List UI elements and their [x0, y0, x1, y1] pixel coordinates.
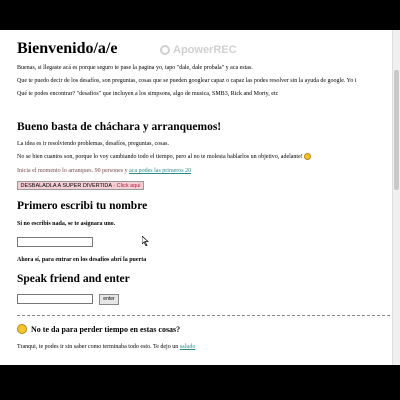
section-speak-heading: Speak friend and enter	[17, 273, 130, 285]
top-black-bar	[0, 0, 400, 30]
super-divertida-button[interactable]: DESBALADLA A SUPER DIVERTIDA - Click aqu…	[17, 181, 144, 190]
saludo-link[interactable]: saludo	[180, 344, 196, 350]
page-title: Bienvenido/a/e	[17, 40, 118, 57]
watermark-logo-icon	[160, 45, 170, 55]
start-line-3: Inicia el momento lo arranques. 90 perso…	[17, 167, 191, 175]
watermark: ApowerREC	[160, 44, 237, 56]
screen: ApowerREC Bienvenido/a/e Buenas, si lleg…	[0, 0, 400, 400]
smiley-large-icon	[17, 324, 27, 334]
name-input[interactable]	[17, 237, 93, 247]
section-time-heading: No te da para perder tiempo en estas cos…	[31, 325, 181, 334]
vertical-scrollbar[interactable]	[392, 30, 400, 365]
section-name-heading: Primero escribi tu nombre	[17, 200, 148, 212]
name-after: Ahora sí, para entrar en los desafíos ab…	[17, 257, 147, 263]
divider	[17, 315, 400, 316]
scrollbar-thumb[interactable]	[394, 70, 399, 190]
bottom-black-bar	[0, 365, 400, 400]
intro-line-1: Buenas, si llegaste acá es porque seguro…	[17, 65, 253, 71]
super-button-click: - Click aqui	[113, 183, 141, 189]
section-start-heading: Bueno basta de cháchara y arranquemos!	[17, 121, 222, 133]
primeros-20-link[interactable]: aca podes las primeros 20	[129, 168, 191, 174]
intro-line-3: Qué te podes encontrar? "desafios" que i…	[17, 91, 279, 97]
time-line-text: Tranqui, te podes ir sin saber como term…	[17, 344, 179, 350]
smiley-icon	[304, 153, 312, 161]
start-line-1: La idea es ir resolviendo problemas, des…	[17, 141, 169, 147]
start-line-2-text: No se bien cuantos son, porque lo voy ca…	[17, 154, 303, 160]
time-line: Tranqui, te podes ir sin saber como term…	[17, 343, 195, 351]
speak-input[interactable]	[17, 294, 93, 304]
intro-line-2: Que te puedo decir de los desafíos, son …	[17, 78, 357, 84]
name-note: Si no escribis nada, se te asignara uno.	[17, 221, 116, 227]
cursor-icon	[142, 236, 149, 246]
super-button-label: DESBALADLA A SUPER DIVERTIDA	[20, 183, 112, 189]
start-line-2: No se bien cuantos son, porque lo voy ca…	[17, 153, 312, 161]
watermark-text: ApowerREC	[173, 44, 237, 56]
enter-button[interactable]: enter	[99, 294, 119, 305]
start-line-3-text: Inicia el momento lo arranques. 90 perso…	[17, 168, 128, 174]
